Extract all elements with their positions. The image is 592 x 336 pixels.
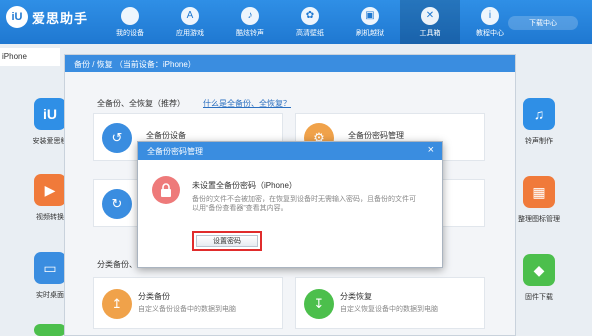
tool-tile-icon-manager[interactable]: ▦ 整理图标管理 [514, 176, 564, 224]
nav-label: 我的设备 [116, 29, 144, 37]
aisi-icon: iU [34, 98, 66, 130]
category-restore-icon: ↧ [304, 289, 334, 319]
dialog-heading: 未设置全备份密码（iPhone） [192, 181, 297, 190]
tool-tile-firmware-download[interactable]: ◆ 固件下载 [514, 254, 564, 302]
box-icon: ▣ [361, 6, 379, 25]
nav-ringtones[interactable]: ♪ 酷炫铃声 [220, 0, 280, 44]
nav-label: 酷炫铃声 [236, 29, 264, 37]
section-category-title: 分类备份、 [97, 260, 137, 269]
nav-apps-games[interactable]: A 应用游戏 [160, 0, 220, 44]
apple-icon [121, 6, 139, 25]
card-description: 自定义备份设备中的数据到电脑 [138, 306, 236, 313]
card-title: 分类恢复 [340, 292, 372, 301]
flower-icon: ✿ [301, 6, 319, 25]
tool-tile-ringtone-maker[interactable]: ♫ 铃声制作 [514, 98, 564, 146]
main-nav: 我的设备 A 应用游戏 ♪ 酷炫铃声 ✿ 高清壁纸 ▣ 刷机越狱 ✕ 工具箱 i… [100, 0, 520, 44]
app-logo-icon: iU [6, 6, 28, 28]
backup-icon: ↺ [102, 123, 132, 153]
set-password-button[interactable]: 设置密码 [192, 231, 262, 251]
nav-label: 工具箱 [419, 29, 441, 37]
category-backup-card[interactable]: ↥ 分类备份 自定义备份设备中的数据到电脑 [93, 277, 283, 329]
card-title: 全备份设备 [146, 131, 186, 140]
wrench-icon: ✕ [421, 6, 439, 25]
nav-flash-jailbreak[interactable]: ▣ 刷机越狱 [340, 0, 400, 44]
card-title: 分类备份 [138, 292, 170, 301]
card-description: 自定义恢复设备中的数据到电脑 [340, 306, 438, 313]
nav-label: 刷机越狱 [356, 29, 384, 37]
tool-tile-label: 固件下载 [525, 294, 553, 301]
screen-icon: ▭ [34, 252, 66, 284]
tool-tile-label: 整理图标管理 [518, 216, 560, 223]
download-center-label: 下载中心 [529, 20, 557, 27]
info-icon: i [481, 6, 499, 25]
bell-icon: ♪ [241, 6, 259, 25]
category-backup-icon: ↥ [102, 289, 132, 319]
nav-my-device[interactable]: 我的设备 [100, 0, 160, 44]
lock-icon [152, 176, 180, 204]
section-full-backup-title: 全备份、全恢复（推荐） [97, 99, 185, 108]
video-icon: ▶ [34, 174, 66, 206]
nav-label: 应用游戏 [176, 29, 204, 37]
firmware-icon: ◆ [523, 254, 555, 286]
app-icon [34, 324, 66, 336]
nav-label: 高清壁纸 [296, 29, 324, 37]
app-name: 爱思助手 [32, 11, 89, 26]
nav-label: 教程中心 [476, 29, 504, 37]
panel-title: 备份 / 恢复 （当前设备：iPhone） [65, 55, 515, 72]
dialog-title: 全备份密码管理 [138, 142, 442, 160]
ringtone-icon: ♫ [523, 98, 555, 130]
lock-glyph [161, 183, 171, 197]
device-tab[interactable]: iPhone [0, 48, 60, 66]
full-backup-help-link[interactable]: 什么是全备份、全恢复？ [203, 98, 291, 109]
restore-icon: ↻ [102, 189, 132, 219]
top-bar: iU 爱思助手 我的设备 A 应用游戏 ♪ 酷炫铃声 ✿ 高清壁纸 ▣ 刷机越狱… [0, 0, 592, 44]
tool-tile-label: 铃声制作 [525, 138, 553, 145]
nav-wallpapers[interactable]: ✿ 高清壁纸 [280, 0, 340, 44]
download-center-button[interactable]: 下载中心 [508, 16, 578, 30]
set-password-label: 设置密码 [196, 235, 258, 247]
nav-toolbox[interactable]: ✕ 工具箱 [400, 0, 460, 44]
dialog-message: 备份的文件不会被加密，在恢复到设备时无需输入密码，且备份的文件可以用“备份查看器… [192, 196, 416, 212]
grid-icon: ▦ [523, 176, 555, 208]
app-store-icon: A [181, 6, 199, 25]
card-title: 全备份密码管理 [348, 131, 404, 140]
category-restore-card[interactable]: ↧ 分类恢复 自定义恢复设备中的数据到电脑 [295, 277, 485, 329]
backup-password-dialog: 全备份密码管理 × 未设置全备份密码（iPhone） 备份的文件不会被加密，在恢… [137, 141, 443, 268]
close-icon[interactable]: × [428, 144, 434, 156]
